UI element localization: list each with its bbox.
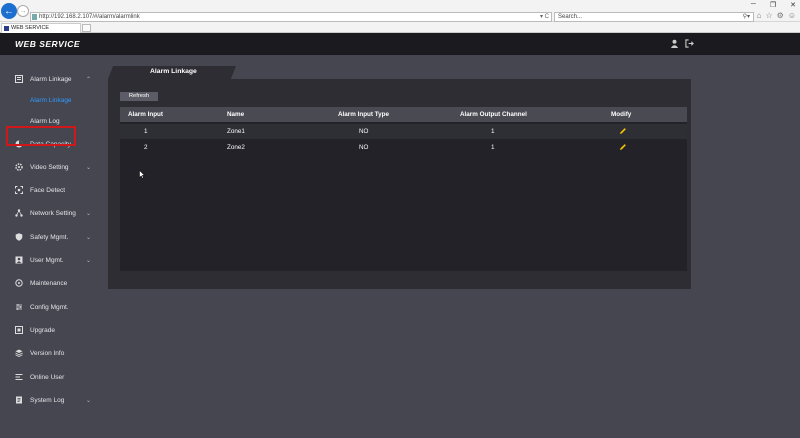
sidebar-item-label: Maintenance: [30, 279, 68, 287]
column-header-alarm-input-type: Alarm Input Type: [338, 111, 389, 118]
table-row: 1 Zone1 NO 1: [120, 124, 687, 139]
video-setting-icon: [15, 163, 23, 171]
sidebar-item-label: User Mgmt.: [30, 256, 64, 264]
browser-tab-title: WEB SERVICE: [11, 25, 50, 31]
sidebar-item-face-detect[interactable]: Face Detect: [0, 182, 106, 198]
column-header-modify: Modify: [611, 111, 632, 118]
column-header-alarm-output-channel: Alarm Output Channel: [460, 111, 527, 118]
edit-icon[interactable]: [619, 127, 627, 135]
sidebar-item-alarm-linkage[interactable]: Alarm Linkage ⌃: [0, 71, 106, 87]
chevron-down-icon: ⌄: [86, 257, 92, 264]
alarm-linkage-table: Alarm Input Name Alarm Input Type Alarm …: [120, 107, 687, 271]
sidebar-item-user-mgmt[interactable]: User Mgmt. ⌄: [0, 252, 106, 268]
chevron-down-icon: ⌄: [86, 397, 92, 404]
minimize-icon[interactable]: ─: [751, 1, 756, 9]
browser-tab[interactable]: WEB SERVICE: [1, 23, 81, 33]
page-icon: [32, 14, 37, 20]
smiley-icon[interactable]: ☺: [788, 11, 796, 20]
cell-alarm-input-type: NO: [359, 128, 369, 135]
forward-arrow-icon[interactable]: →: [17, 5, 29, 17]
upgrade-icon: [15, 326, 23, 334]
sidebar-item-label: Network Setting: [30, 209, 76, 217]
chevron-down-icon: ⌄: [86, 164, 92, 171]
edit-icon[interactable]: [619, 143, 627, 151]
browser-search-input[interactable]: Search... ⚲▾: [554, 12, 754, 22]
sidebar-item-upgrade[interactable]: Upgrade: [0, 322, 106, 338]
sidebar-item-safety-mgmt[interactable]: Safety Mgmt. ⌄: [0, 229, 106, 245]
chevron-down-icon: ⌄: [86, 234, 92, 241]
tab-strip: WEB SERVICE: [0, 22, 800, 33]
face-detect-icon: [15, 186, 23, 194]
sidebar-item-label: Safety Mgmt.: [30, 233, 69, 241]
close-icon[interactable]: ✕: [790, 1, 796, 9]
shield-icon: [15, 233, 23, 241]
online-user-icon: [15, 373, 23, 381]
app-header: WEB SERVICE: [0, 33, 800, 55]
column-header-name: Name: [227, 111, 245, 118]
cell-alarm-output-channel: 1: [491, 144, 495, 151]
app-title: WEB SERVICE: [15, 39, 81, 49]
maintenance-icon: [15, 279, 23, 287]
sidebar-item-label: Alarm Linkage: [30, 75, 72, 83]
sidebar-subitem-alarm-linkage[interactable]: Alarm Linkage: [30, 97, 72, 104]
sidebar-item-label: Version Info: [30, 349, 65, 357]
maximize-icon[interactable]: ❐: [770, 1, 776, 9]
mouse-cursor-icon: [139, 170, 145, 179]
cell-name: Zone1: [227, 128, 245, 135]
system-log-icon: [16, 396, 22, 404]
new-tab-button[interactable]: [82, 24, 91, 32]
sidebar-item-network-setting[interactable]: Network Setting ⌄: [0, 205, 106, 221]
table-row: 2 Zone2 NO 1: [120, 140, 687, 155]
sidebar-item-version-info[interactable]: Version Info: [0, 345, 106, 361]
sidebar-item-label: Video Setting: [30, 163, 69, 171]
refresh-icon[interactable]: ▾ C: [540, 13, 549, 21]
sidebar-item-label: Upgrade: [30, 326, 55, 334]
sidebar-item-label: Online User: [30, 373, 65, 381]
chevron-up-icon: ⌃: [86, 76, 92, 83]
config-icon: [16, 304, 22, 310]
cell-alarm-input: 2: [144, 144, 148, 151]
back-arrow-icon[interactable]: ←: [1, 3, 17, 19]
panel-tab-label: Alarm Linkage: [150, 68, 197, 75]
search-placeholder: Search...: [558, 14, 583, 20]
alarm-linkage-icon: [15, 75, 23, 83]
refresh-button[interactable]: Refresh: [120, 92, 158, 101]
sidebar-subitem-alarm-log[interactable]: Alarm Log: [30, 118, 60, 125]
cell-name: Zone2: [227, 144, 245, 151]
chevron-down-icon: ⌄: [86, 210, 92, 217]
user-icon: [15, 256, 23, 264]
sidebar-item-online-user[interactable]: Online User: [0, 369, 106, 385]
sidebar-item-config-mgmt[interactable]: Config Mgmt.: [0, 299, 106, 315]
network-icon: [15, 209, 23, 217]
home-icon[interactable]: ⌂: [757, 11, 762, 20]
address-bar[interactable]: http://192.168.2.107/#/alarm/alarmlink ▾…: [30, 12, 552, 22]
sidebar-item-maintenance[interactable]: Maintenance: [0, 275, 106, 291]
sidebar-item-label: System Log: [30, 396, 65, 404]
table-header: Alarm Input Name Alarm Input Type Alarm …: [120, 107, 687, 122]
sidebar-item-label: Config Mgmt.: [30, 303, 69, 311]
user-icon[interactable]: [670, 39, 679, 48]
star-icon[interactable]: ☆: [765, 11, 772, 20]
cell-alarm-output-channel: 1: [491, 128, 495, 135]
browser-toolbar: ← → http://192.168.2.107/#/alarm/alarmli…: [0, 0, 800, 22]
column-header-alarm-input: Alarm Input: [128, 111, 163, 118]
sidebar-item-video-setting[interactable]: Video Setting ⌄: [0, 159, 106, 175]
sidebar-item-system-log[interactable]: System Log ⌄: [0, 392, 106, 408]
version-icon: [15, 349, 23, 357]
favicon-icon: [4, 26, 9, 31]
gear-icon[interactable]: ⚙: [777, 11, 784, 20]
face-detect-highlight-box: [6, 126, 76, 146]
cell-alarm-input: 1: [144, 128, 148, 135]
cell-alarm-input-type: NO: [359, 144, 369, 151]
url-text: http://192.168.2.107/#/alarm/alarmlink: [39, 14, 140, 20]
search-icon[interactable]: ⚲▾: [743, 13, 750, 21]
sidebar-item-label: Face Detect: [30, 186, 66, 194]
logout-icon[interactable]: [685, 39, 694, 48]
